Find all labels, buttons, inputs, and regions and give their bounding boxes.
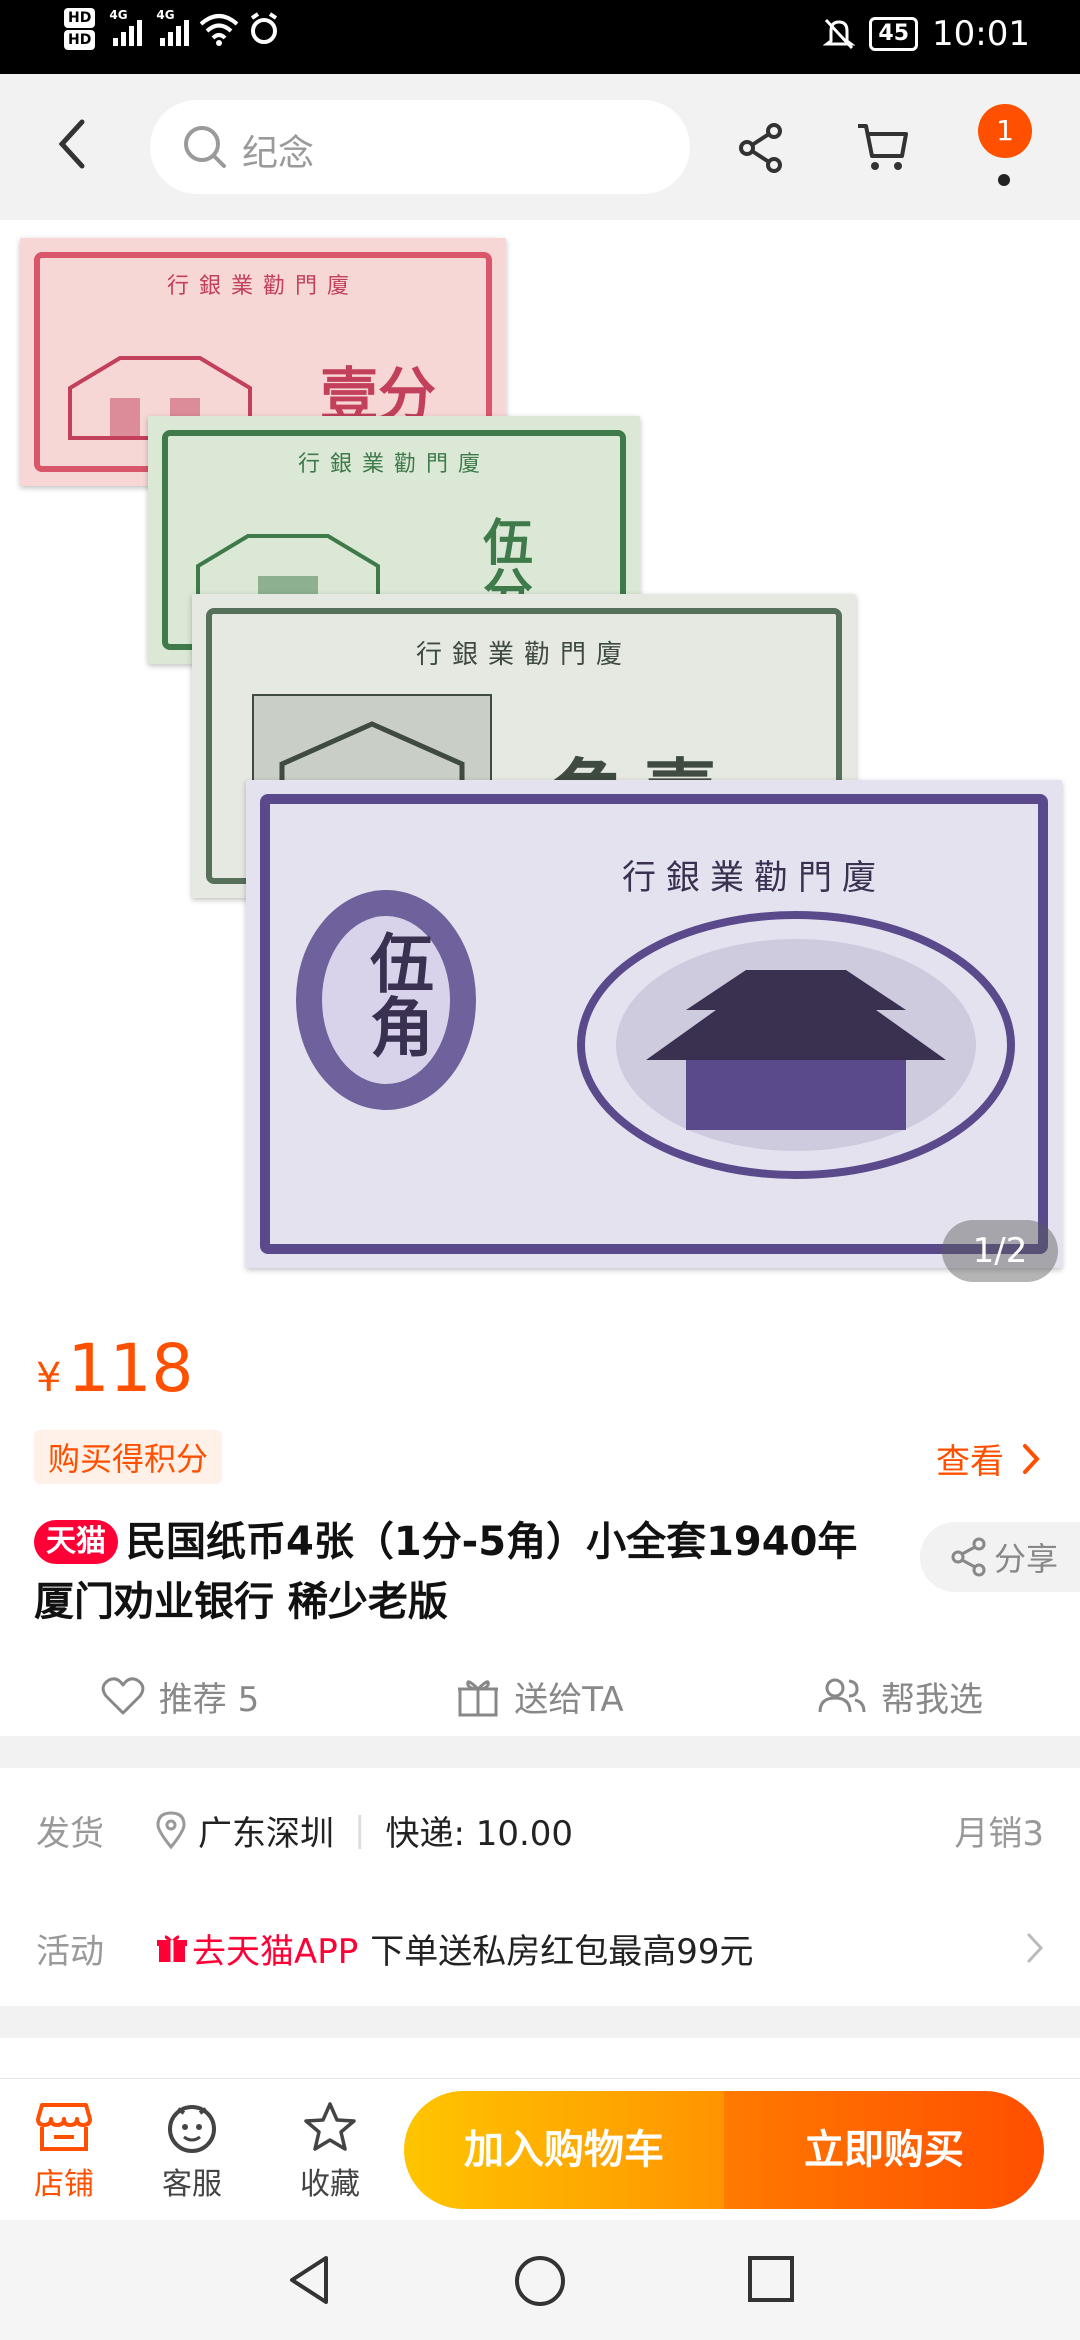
favorite-label: 收藏 [300,2167,360,2202]
monthly-sales: 月销3 [954,1813,1044,1854]
share-label: 分享 [994,1540,1059,1578]
nav-back-icon[interactable] [286,2254,334,2306]
promo-text: 下单送私房红包最高99元 [370,1931,754,1972]
nav-home-icon[interactable] [513,2254,567,2308]
status-left: HD HD 4G 4G [64,8,279,50]
ship-location: 广东深圳 [198,1813,334,1854]
alarm-icon [251,12,278,44]
customer-service-icon [168,2105,216,2153]
tmall-app-tag: 去天猫APP [156,1924,358,1973]
mute-icon [823,18,856,50]
gift-icon [157,1935,187,1962]
heart-icon [101,1677,145,1715]
chevron-right-icon [1023,1443,1040,1474]
view-link[interactable]: 查看 [936,1434,1040,1483]
activity-label: 活动 [36,1931,104,1972]
search-placeholder: 纪念 [242,133,315,174]
points-tag: 购买得积分 [34,1430,223,1484]
price-value: 118 [67,1330,194,1407]
section-divider [0,2038,1080,2078]
search-input[interactable]: 纪念 [150,100,690,194]
notification-badge: 1 [978,104,1032,158]
users-icon [818,1678,866,1713]
currency-symbol: ¥ [36,1355,62,1401]
location-icon [156,1811,186,1849]
add-to-cart-button[interactable]: 加入购物车 [404,2091,724,2209]
cart-icon [858,124,908,170]
system-nav-bar [0,2220,1080,2340]
battery-icon: 45 [869,17,919,51]
signal-icon-2: 4G [156,8,190,46]
share-button[interactable] [736,122,786,178]
page-indicator: 1/2 [942,1220,1058,1282]
delivery-section: 发货 广东深圳 | 快递: 10.00 月销3 活动 去天猫APP 下单送私房红… [0,1768,1080,2006]
buy-now-button[interactable]: 立即购买 [724,2091,1044,2209]
tmall-tag: 天猫 [34,1520,118,1564]
share-icon [951,1537,986,1577]
status-right: 45 10:01 [823,14,1030,54]
bottom-action-bar: 店铺 客服 收藏 加入购物车 立即购买 [0,2078,1080,2220]
store-label: 店铺 [34,2167,94,2202]
banknote-5-jiao: 行銀業勸門廈 伍角 [246,780,1062,1268]
hd-badge-2: HD [64,30,96,50]
star-icon [304,2102,356,2151]
store-icon [36,2103,92,2151]
search-icon [184,126,226,168]
gift-icon [458,1680,499,1717]
product-actions: 推荐 5 送给TA 帮我选 [0,1656,1080,1736]
express-fee: 快递: 10.00 [385,1813,574,1854]
customer-service-label: 客服 [162,2167,222,2202]
wifi-icon [200,14,239,46]
status-time: 10:01 [932,14,1030,54]
product-info: ¥ 118 购买得积分 查看 天猫 民国纸币4张（1分-5角）小全套1940年 厦… [0,1300,1080,1736]
shipping-row[interactable]: 发货 广东深圳 | 快递: 10.00 月销3 [36,1790,1044,1870]
signal-icon: 4G [109,8,143,46]
gift-label: 送给TA [514,1679,624,1720]
back-icon [58,119,85,169]
back-button[interactable] [52,114,112,180]
chevron-right-icon [1027,1933,1044,1963]
product-title: 天猫 民国纸币4张（1分-5角）小全套1940年 厦门劝业银行 稀少老版 [34,1512,864,1632]
cart-button[interactable] [856,120,910,178]
promo-tag-label: 去天猫APP [192,1931,359,1972]
shipping-label: 发货 [36,1813,104,1854]
product-title-text: 民国纸币4张（1分-5角）小全套1940年 厦门劝业银行 稀少老版 [34,1519,858,1625]
gift-button[interactable]: 送给TA [360,1656,720,1736]
product-gallery[interactable]: 行銀業勸門廈 壹分 行銀業勸門廈 伍分 行銀業勸門廈 角壹 行銀業勸門廈 [0,220,1080,1300]
share-product-button[interactable]: 分享 [920,1522,1080,1592]
help-choose-label: 帮我选 [881,1679,983,1720]
nav-recents-icon[interactable] [746,2254,796,2304]
top-bar: 纪念 1 [0,74,1080,220]
recommend-button[interactable]: 推荐 5 [0,1656,360,1736]
hd-badge-1: HD [64,8,96,28]
store-button[interactable]: 店铺 [14,2101,114,2203]
more-button[interactable]: 1 [974,104,1034,194]
activity-row[interactable]: 活动 去天猫APP 下单送私房红包最高99元 [36,1908,1044,1988]
price: ¥ 118 [36,1330,193,1407]
help-choose-button[interactable]: 帮我选 [720,1656,1080,1736]
divider: | [354,1810,366,1850]
favorite-button[interactable]: 收藏 [280,2101,380,2203]
hd-indicators: HD HD [64,8,96,50]
more-icon [998,174,1010,186]
recommend-label: 推荐 5 [158,1679,260,1720]
share-icon [739,123,782,173]
view-label: 查看 [936,1442,1004,1482]
customer-service-button[interactable]: 客服 [142,2101,242,2203]
status-bar: HD HD 4G 4G 45 10:01 [0,0,1080,74]
palace-illustration [577,911,1015,1179]
